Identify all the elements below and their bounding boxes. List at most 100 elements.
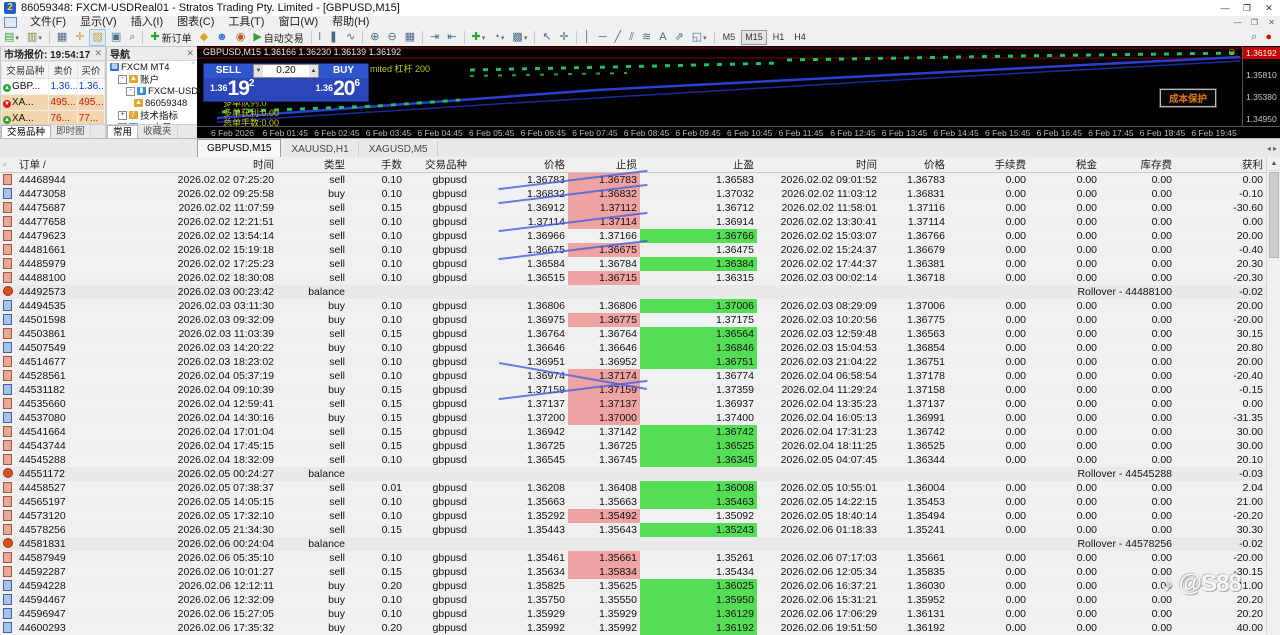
history-column-header[interactable]: 时间 <box>757 157 880 173</box>
market-watch-row[interactable]: ▼ XA... 495... 495... <box>0 94 106 111</box>
chart-close-button[interactable]: ✕ <box>1263 17 1280 28</box>
period-button-h4[interactable]: H4 <box>790 30 810 45</box>
period-button-h1[interactable]: H1 <box>769 30 789 45</box>
navigator-tab[interactable]: 收藏夹 <box>138 125 178 139</box>
close-button[interactable]: ✕ <box>1258 1 1280 15</box>
menu-item[interactable]: 工具(T) <box>221 16 271 29</box>
equidistant-channel-button[interactable]: ⫽ <box>626 29 637 46</box>
market-watch-row[interactable]: ▲ GBP... 1.36... 1.36... <box>0 78 106 95</box>
table-row[interactable]: 44537080 2026.02.04 14:30:16 buy 0.15 gbpusd… <box>0 411 1266 425</box>
table-row[interactable]: 44573120 2026.02.05 17:32:10 sell 0.10 gbpus… <box>0 509 1266 523</box>
table-row[interactable]: 44565197 2026.02.05 14:05:15 sell 0.10 gbpus… <box>0 495 1266 509</box>
chart-tab-scroll-arrows[interactable]: ◂ ▸ <box>1267 144 1277 153</box>
menu-item[interactable]: 插入(I) <box>124 16 170 29</box>
new-chart-button[interactable]: ▤ ▾ <box>1 29 22 46</box>
zoom-in-button[interactable]: ⊕ <box>367 29 382 46</box>
table-row[interactable]: 44514677 2026.02.03 18:23:02 sell 0.10 gbpus… <box>0 355 1266 369</box>
table-row[interactable]: 44594467 2026.02.06 12:32:09 buy 0.10 gbpusd… <box>0 593 1266 607</box>
history-column-header[interactable]: 获利 <box>1175 157 1266 173</box>
lot-increase-icon[interactable]: ▲ <box>309 65 318 77</box>
table-row[interactable]: 44596947 2026.02.06 15:27:05 buy 0.10 gbpusd… <box>0 607 1266 621</box>
history-column-header[interactable]: 税金 <box>1029 157 1100 173</box>
table-row[interactable]: 44531182 2026.02.04 09:10:39 buy 0.15 gbpusd… <box>0 379 1266 401</box>
scroll-up-icon[interactable]: ▲ <box>1267 157 1280 171</box>
chart-window-icon[interactable] <box>4 17 17 28</box>
metaeditor-button[interactable]: ◆ <box>197 29 211 46</box>
market-watch-column-header[interactable]: 交易品种 <box>0 61 50 79</box>
table-row[interactable]: 44545288 2026.02.04 18:32:09 sell 0.10 gbpus… <box>0 453 1266 467</box>
terminal-toggle[interactable]: ▣ <box>108 29 124 46</box>
market-watch-tab[interactable]: 即时图 <box>51 125 91 139</box>
restore-button[interactable]: ❐ <box>1236 1 1258 15</box>
market-watch-toggle[interactable]: ▦ <box>54 29 70 46</box>
cost-protection-label[interactable]: 成本保护 <box>1158 88 1218 108</box>
expand-icon[interactable]: + <box>118 110 127 120</box>
autotrading-button[interactable]: ▶ 自动交易 <box>250 29 306 46</box>
minimize-button[interactable]: — <box>1214 1 1236 15</box>
history-column-header[interactable]: 时间 <box>80 157 277 173</box>
price-scale[interactable]: 1.36192 1.35810 1.35380 1.34950 <box>1242 46 1280 126</box>
chart-tab[interactable]: XAGUSD,M5 <box>360 141 438 158</box>
navigator-tab[interactable]: 常用 <box>107 125 139 139</box>
history-column-header[interactable]: 类型 <box>277 157 348 173</box>
arrows-button[interactable]: ⇗ <box>672 29 687 46</box>
table-row[interactable]: 44600293 2026.02.06 17:35:32 buy 0.20 gbpusd… <box>0 621 1266 635</box>
menu-item[interactable]: 显示(V) <box>73 16 124 29</box>
search-button[interactable]: ⌕ <box>1248 29 1260 46</box>
table-row[interactable]: 44479623 2026.02.02 13:54:14 sell 0.10 gbpus… <box>0 229 1266 243</box>
table-row[interactable]: 44492573 2026.02.03 00:23:42 balance Rollov… <box>0 285 1266 299</box>
history-column-header[interactable]: 交易品种 <box>405 157 470 173</box>
table-row[interactable]: 44475687 2026.02.02 11:07:59 sell 0.15 gbpus… <box>0 201 1266 215</box>
market-button[interactable]: ◉ <box>233 29 249 46</box>
candlestick-button[interactable]: ❚ <box>326 29 341 46</box>
table-row[interactable]: 44488100 2026.02.02 18:30:08 sell 0.10 gbpus… <box>0 271 1266 285</box>
table-row[interactable]: 44485979 2026.02.02 17:25:23 sell 0.10 gbpus… <box>0 257 1266 271</box>
history-column-header[interactable]: 库存费 <box>1100 157 1175 173</box>
table-row[interactable]: 44503861 2026.02.03 11:03:39 sell 0.15 gbpus… <box>0 327 1266 341</box>
table-row[interactable]: 44528561 2026.02.04 05:37:19 sell 0.10 gbpus… <box>0 361 1266 391</box>
fibonacci-button[interactable]: ≋ <box>639 29 654 46</box>
lot-decrease-icon[interactable]: ▼ <box>254 65 263 77</box>
chart-tab[interactable]: XAUUSD,H1 <box>282 141 359 158</box>
cursor-button[interactable]: ↖ <box>539 29 554 46</box>
period-button-m5[interactable]: M5 <box>719 30 740 45</box>
periods-button[interactable]: ◔ ▾ <box>490 29 507 46</box>
history-column-header[interactable]: 止盈 <box>640 157 757 173</box>
chart-shift-button[interactable]: ⇤ <box>444 29 459 46</box>
terminal-scrollbar[interactable]: ▲ <box>1266 157 1280 634</box>
crosshair-button[interactable]: ✛ <box>557 29 572 46</box>
table-row[interactable]: 44541664 2026.02.04 17:01:04 sell 0.15 gbpus… <box>0 425 1266 439</box>
chart-plot-area[interactable]: GBPUSD,M15 1.36166 1.36230 1.36139 1.361… <box>197 46 1242 126</box>
bar-chart-button[interactable]: 𝍩 <box>316 29 324 46</box>
ea-status-smiley-icon[interactable]: ☺ <box>1227 47 1237 58</box>
table-row[interactable]: 44535660 2026.02.04 12:59:41 sell 0.15 gbpus… <box>0 397 1266 411</box>
table-row[interactable]: 44507549 2026.02.03 14:20:22 buy 0.10 gbpusd… <box>0 341 1266 355</box>
history-column-header[interactable]: 价格 <box>880 157 948 173</box>
table-row[interactable]: 44551172 2026.02.05 00:24:27 balance Rollov… <box>0 467 1266 481</box>
menu-item[interactable]: 图表(C) <box>170 16 221 29</box>
data-window-toggle[interactable]: ✛ <box>72 29 87 46</box>
lot-size-stepper[interactable]: ▼ 0.20 ▲ <box>253 64 319 78</box>
table-row[interactable]: 44477658 2026.02.02 12:21:51 sell 0.10 gbpus… <box>0 211 1266 233</box>
market-watch-close-icon[interactable]: ✕ <box>94 48 102 59</box>
table-row[interactable]: 44473058 2026.02.02 09:25:58 buy 0.10 gbpusd… <box>0 183 1266 205</box>
collapse-icon[interactable]: - <box>118 74 127 84</box>
mql5-community-button[interactable]: ☻ <box>213 29 231 46</box>
strategy-tester-toggle[interactable]: ⌕ <box>126 29 138 46</box>
history-column-header[interactable]: ▫ <box>0 157 16 173</box>
horizontal-line-button[interactable]: ─ <box>596 29 610 46</box>
table-row[interactable]: 44581831 2026.02.06 00:24:04 balance Rollov… <box>0 537 1266 551</box>
navigator-toggle[interactable]: ▧ <box>89 29 106 46</box>
table-row[interactable]: 44494535 2026.02.03 03:11:30 buy 0.10 gbpusd… <box>0 299 1266 313</box>
period-button-m15[interactable]: M15 <box>741 30 767 45</box>
navigator-tree-item[interactable]: - ▲ 账户 <box>107 73 197 85</box>
indicators-button[interactable]: ✚ ▾ <box>469 29 489 46</box>
chart-restore-button[interactable]: ❐ <box>1246 17 1263 28</box>
menu-item[interactable]: 窗口(W) <box>271 16 325 29</box>
zoom-out-button[interactable]: ⊖ <box>384 29 399 46</box>
vertical-line-button[interactable]: │ <box>581 29 594 46</box>
navigator-tree-item[interactable]: -▮FXCM-USDReal01 <box>107 85 197 97</box>
tree-scroll-up-icon[interactable]: ⌃ <box>190 61 196 69</box>
navigator-tree-item[interactable]: ▲ 86059348 <box>107 97 197 109</box>
menu-item[interactable]: 帮助(H) <box>325 16 376 29</box>
